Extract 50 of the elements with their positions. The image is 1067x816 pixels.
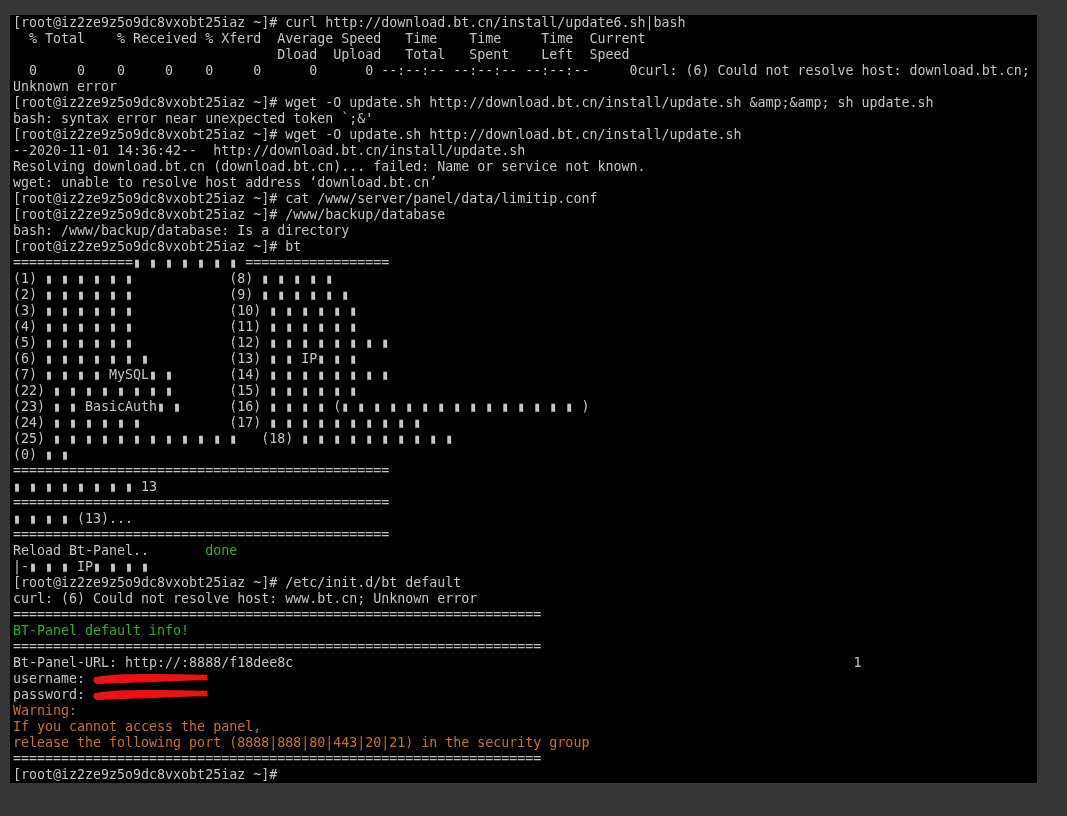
- terminal-text: BT-Panel default info!: [13, 623, 190, 639]
- terminal-text: ▮ ▮ ▮ ▮ (13)...: [13, 511, 134, 527]
- terminal-text: Reload Bt-Panel..: [13, 543, 150, 559]
- terminal-text: [root@iz2ze9z5o9dc8vxobt25iaz ~]# bt: [13, 239, 302, 255]
- terminal-text: 1: [852, 655, 862, 671]
- terminal-text: Bt-Panel-URL: http://:8888/f18dee8c: [13, 655, 294, 671]
- terminal-text: % Total % Received % Xferd Average Speed Time Time Time Current: [28, 31, 646, 47]
- terminal-text: [root@iz2ze9z5o9dc8vxobt25iaz ~]# wget -O update.sh http://download.bt.cn/install/update.sh &amp;&amp; sh update.sh: [13, 95, 934, 111]
- terminal-text: --2020-11-01 14:36:42-- http://download.bt.cn/install/update.sh: [13, 143, 526, 159]
- terminal-text: ===============================================: [13, 495, 390, 511]
- terminal-text: ▮ ▮ ▮ ▮ ▮ ▮ ▮ ▮ 13: [13, 479, 158, 495]
- terminal-text: [root@iz2ze9z5o9dc8vxobt25iaz ~]#: [13, 767, 278, 783]
- terminal-text: bash: syntax error near unexpected token `;&': [13, 111, 374, 127]
- terminal-text: Unknown error: [13, 79, 118, 95]
- terminal-text: (23) ▮ ▮ BasicAuth▮ ▮ (16) ▮ ▮ ▮ ▮ (▮ ▮ ▮ ▮ ▮ ▮ ▮ ▮ ▮ ▮ ▮ ▮ ▮ ▮ ▮ ): [13, 399, 590, 415]
- terminal-text: Warning:: [13, 703, 78, 719]
- terminal-text: release the following port (8888|888|80|443|20|21) in the security group: [13, 735, 590, 751]
- terminal-text: (5) ▮ ▮ ▮ ▮ ▮ ▮ (12) ▮ ▮ ▮ ▮ ▮ ▮ ▮ ▮: [13, 335, 390, 351]
- terminal-text: (4) ▮ ▮ ▮ ▮ ▮ ▮ (11) ▮ ▮ ▮ ▮ ▮ ▮: [13, 319, 358, 335]
- terminal-text: (24) ▮ ▮ ▮ ▮ ▮ ▮ (17) ▮ ▮ ▮ ▮ ▮ ▮ ▮ ▮ ▮ ▮: [13, 415, 422, 431]
- terminal-text: ==================================================================: [13, 639, 542, 655]
- terminal-text: (0) ▮ ▮: [13, 447, 70, 463]
- terminal-text: 0 0 0 0 0 0 0 0 --:--:-- --:--:-- --:--:-- 0curl: (6) Could not resolve host: download.bt.cn;: [28, 63, 1030, 79]
- terminal-text: Resolving download.bt.cn (download.bt.cn)... failed: Name or service not known.: [13, 159, 646, 175]
- terminal-text: (3) ▮ ▮ ▮ ▮ ▮ ▮ (10) ▮ ▮ ▮ ▮ ▮ ▮: [13, 303, 358, 319]
- terminal-text: ===============================================: [13, 463, 390, 479]
- terminal-text: (2) ▮ ▮ ▮ ▮ ▮ ▮ (9) ▮ ▮ ▮ ▮ ▮ ▮: [13, 287, 350, 303]
- terminal-text: [root@iz2ze9z5o9dc8vxobt25iaz ~]# cat /www/server/panel/data/limitip.conf: [13, 191, 598, 207]
- terminal-text: password:: [13, 687, 86, 703]
- terminal-text: (1) ▮ ▮ ▮ ▮ ▮ ▮ (8) ▮ ▮ ▮ ▮ ▮: [13, 271, 334, 287]
- terminal-text: wget: unable to resolve host address ‘download.bt.cn’: [13, 175, 438, 191]
- terminal-text: [root@iz2ze9z5o9dc8vxobt25iaz ~]# /www/backup/database: [13, 207, 446, 223]
- terminal-text: [root@iz2ze9z5o9dc8vxobt25iaz ~]# /etc/init.d/bt default: [13, 575, 462, 591]
- terminal-text: Dload Upload Total Spent Left Speed: [276, 47, 630, 63]
- terminal-text: ==================================================================: [13, 751, 542, 767]
- terminal-text: [root@iz2ze9z5o9dc8vxobt25iaz ~]# curl http://download.bt.cn/install/update6.sh|bash: [13, 15, 686, 31]
- terminal-text: done: [204, 543, 238, 559]
- terminal-text: (22) ▮ ▮ ▮ ▮ ▮ ▮ ▮ ▮ (15) ▮ ▮ ▮ ▮ ▮ ▮: [13, 383, 358, 399]
- terminal-text: [root@iz2ze9z5o9dc8vxobt25iaz ~]# wget -O update.sh http://download.bt.cn/install/update.sh: [13, 127, 742, 143]
- terminal-text: ===============▮ ▮ ▮ ▮ ▮ ▮ ▮ ==================: [13, 255, 390, 271]
- terminal-text: If you cannot access the panel,: [13, 719, 262, 735]
- terminal-text: (7) ▮ ▮ ▮ ▮ MySQL▮ ▮ (14) ▮ ▮ ▮ ▮ ▮ ▮ ▮ ▮: [13, 367, 390, 383]
- terminal-text: ==================================================================: [13, 607, 542, 623]
- terminal-text: (25) ▮ ▮ ▮ ▮ ▮ ▮ ▮ ▮ ▮ ▮ ▮ ▮ (18) ▮ ▮ ▮ ▮ ▮ ▮ ▮ ▮ ▮ ▮: [13, 431, 454, 447]
- terminal-text: |-▮ ▮ ▮ IP▮ ▮ ▮ ▮: [13, 559, 150, 575]
- terminal-text: (6) ▮ ▮ ▮ ▮ ▮ ▮ ▮ (13) ▮ ▮ IP▮ ▮ ▮: [13, 351, 358, 367]
- terminal-text: bash: /www/backup/database: Is a directory: [13, 223, 350, 239]
- terminal-text: curl: (6) Could not resolve host: www.bt.cn; Unknown error: [13, 591, 478, 607]
- terminal-text: username:: [13, 671, 86, 687]
- terminal-text: ===============================================: [13, 527, 390, 543]
